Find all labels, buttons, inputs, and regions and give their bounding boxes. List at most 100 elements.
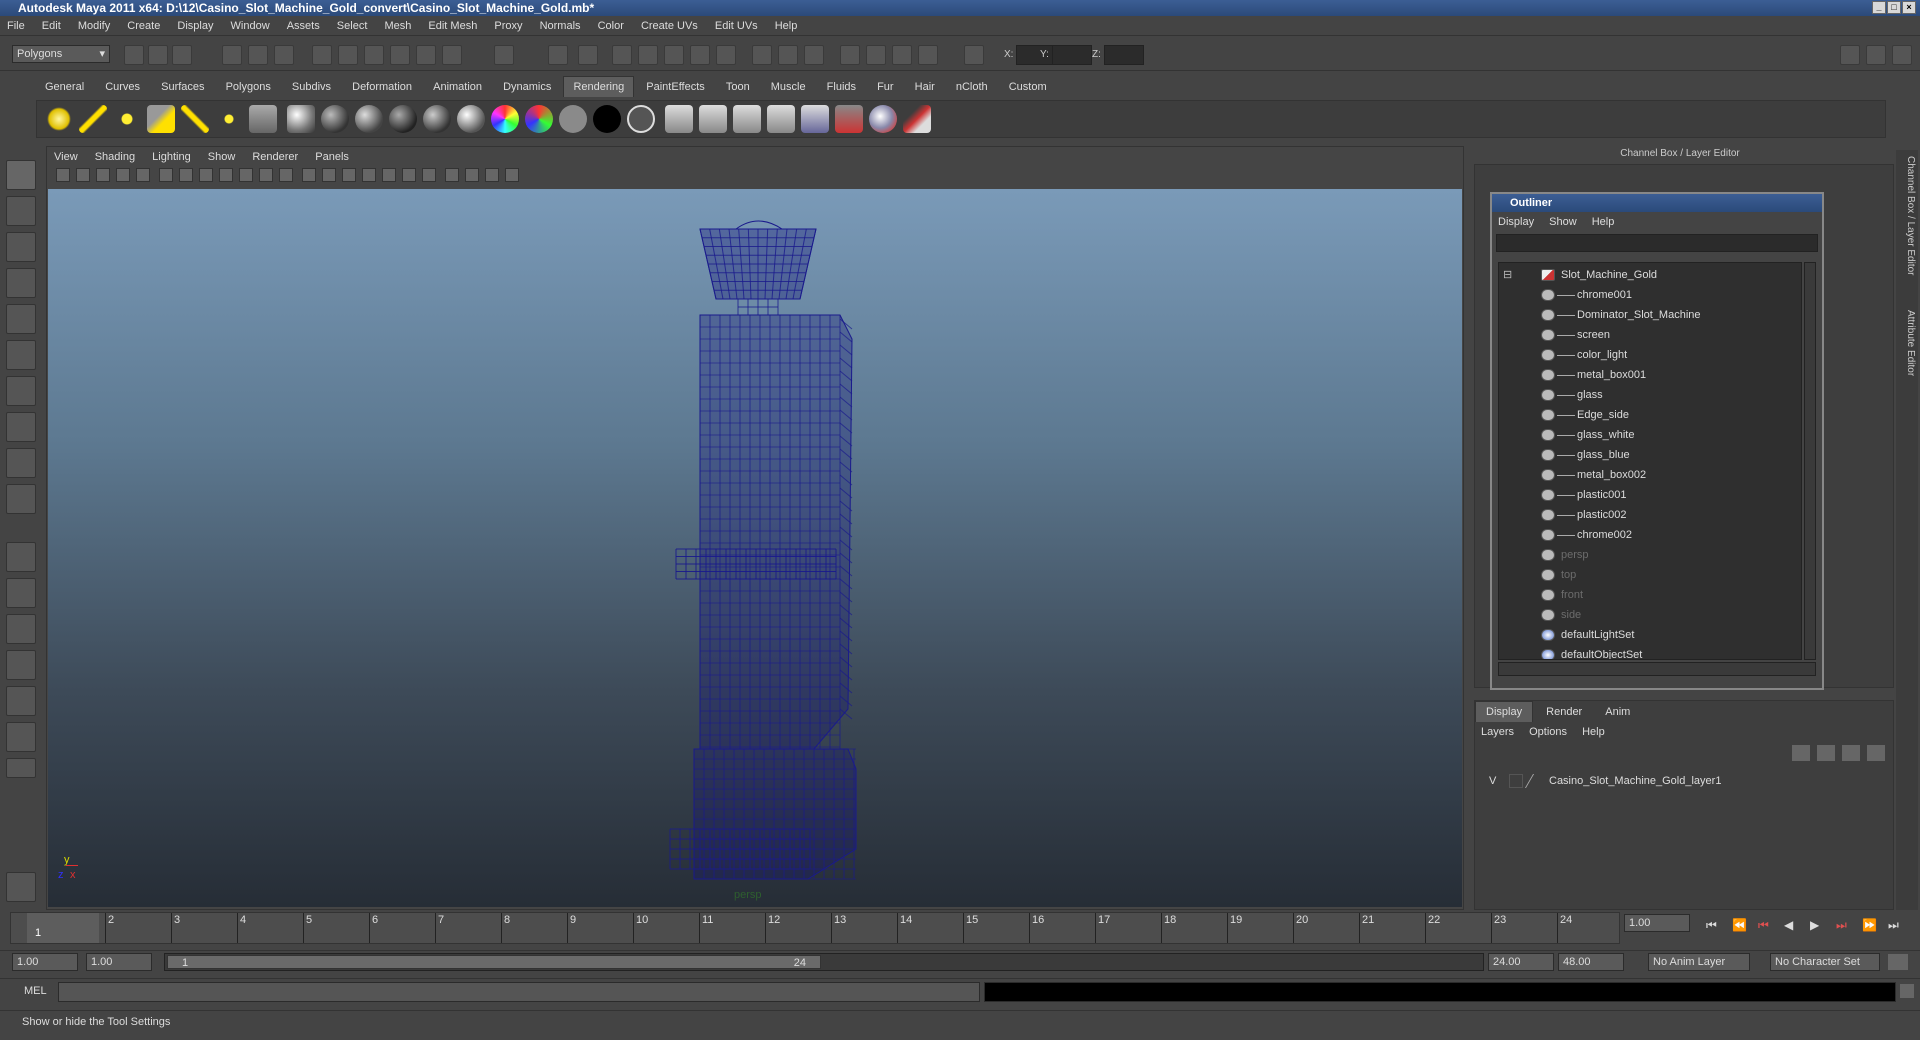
snap-grid-icon[interactable] xyxy=(312,45,332,65)
input-ops-icon[interactable] xyxy=(752,45,772,65)
resolution-gate-icon[interactable] xyxy=(199,168,214,182)
key-icon[interactable] xyxy=(1888,954,1908,970)
backface-culling-icon[interactable] xyxy=(505,168,520,182)
shelf-tab-rendering[interactable]: Rendering xyxy=(563,76,635,97)
menu-window[interactable]: Window xyxy=(224,16,277,36)
outliner-item[interactable]: ⊟ Slot_Machine_Gold xyxy=(1499,265,1799,285)
shelf-tab-subdivs[interactable]: Subdivs xyxy=(283,77,340,97)
move-layer-up-icon[interactable] xyxy=(1791,745,1810,761)
select-tool-icon[interactable] xyxy=(6,160,36,190)
character-set-dropdown[interactable]: No Character Set xyxy=(1770,953,1880,971)
move-layer-down-icon[interactable] xyxy=(1816,745,1835,761)
outliner-item[interactable]: Dominator_Slot_Machine xyxy=(1499,305,1799,325)
layer-color-swatch[interactable] xyxy=(1524,774,1548,788)
outliner-item[interactable]: top xyxy=(1499,565,1799,585)
2d-pan-zoom-icon[interactable] xyxy=(136,168,150,182)
input-field-mode-icon[interactable] xyxy=(964,45,984,65)
vp-menu-shading[interactable]: Shading xyxy=(88,147,142,167)
outliner-item[interactable]: front xyxy=(1499,585,1799,605)
save-scene-icon[interactable] xyxy=(172,45,192,65)
z-field[interactable] xyxy=(1104,45,1144,65)
ramp-shader-icon[interactable] xyxy=(491,105,519,133)
x-field[interactable] xyxy=(1016,45,1056,65)
render-frame-icon[interactable] xyxy=(866,45,886,65)
film-gate-icon[interactable] xyxy=(179,168,194,182)
high-quality-icon[interactable] xyxy=(422,168,437,182)
select-component-icon[interactable] xyxy=(274,45,294,65)
snap-point-icon[interactable] xyxy=(364,45,384,65)
hypershade-icon[interactable] xyxy=(801,105,829,133)
last-tool-icon[interactable] xyxy=(6,484,36,514)
paint-effects-icon[interactable] xyxy=(903,105,931,133)
side-tab-attribute-editor[interactable]: Attribute Editor xyxy=(1898,310,1916,376)
collapse-toggle-icon[interactable]: ⊟ xyxy=(1503,265,1512,285)
shelf-tab-surfaces[interactable]: Surfaces xyxy=(152,77,213,97)
render-current-frame-icon[interactable] xyxy=(699,105,727,133)
bookmarks-icon[interactable] xyxy=(96,168,110,182)
menu-select[interactable]: Select xyxy=(330,16,375,36)
field-chart-icon[interactable] xyxy=(239,168,254,182)
show-attribute-editor-icon[interactable] xyxy=(1840,45,1860,65)
menu-edit[interactable]: Edit xyxy=(35,16,68,36)
use-background-icon[interactable] xyxy=(593,105,621,133)
outliner-item[interactable]: screen xyxy=(1499,325,1799,345)
outliner-item[interactable]: glass xyxy=(1499,385,1799,405)
mel-label[interactable]: MEL xyxy=(24,985,47,997)
volume-light-icon[interactable] xyxy=(215,105,243,133)
rotate-tool-icon[interactable] xyxy=(6,304,36,334)
layer-name[interactable]: Casino_Slot_Machine_Gold_layer1 xyxy=(1549,771,1721,791)
outliner-vscrollbar[interactable] xyxy=(1804,262,1816,660)
close-button[interactable]: × xyxy=(1902,1,1916,14)
menu-create[interactable]: Create xyxy=(120,16,167,36)
isolate-select-icon[interactable] xyxy=(445,168,460,182)
shelf-tab-animation[interactable]: Animation xyxy=(424,77,491,97)
range-slider-handle[interactable]: 1 24 xyxy=(167,955,821,969)
render-view-shelf-icon[interactable] xyxy=(835,105,863,133)
outliner-item[interactable]: defaultLightSet xyxy=(1499,625,1799,645)
anim-layer-dropdown[interactable]: No Anim Layer xyxy=(1648,953,1750,971)
animation-end-field[interactable]: 48.00 xyxy=(1558,953,1624,971)
go-to-end-icon[interactable]: ⏭ xyxy=(1888,918,1899,933)
show-manipulator-icon[interactable] xyxy=(6,448,36,478)
play-forwards-icon[interactable]: ▶ xyxy=(1810,918,1819,932)
selection-mask-icon[interactable] xyxy=(578,45,598,65)
menu-set-dropdown[interactable]: Polygons ▾ xyxy=(12,45,110,63)
gate-mask-icon[interactable] xyxy=(219,168,234,182)
shelf-tab-fluids[interactable]: Fluids xyxy=(818,77,865,97)
history-icon[interactable] xyxy=(442,45,462,65)
outliner-menu-help[interactable]: Help xyxy=(1586,212,1621,232)
magnet-icon[interactable] xyxy=(612,45,632,65)
menu-create-uvs[interactable]: Create UVs xyxy=(634,16,705,36)
menu-modify[interactable]: Modify xyxy=(71,16,117,36)
side-tab-channel-box[interactable]: Channel Box / Layer Editor xyxy=(1898,156,1916,276)
shelf-tab-custom[interactable]: Custom xyxy=(1000,77,1056,97)
y-field[interactable] xyxy=(1052,45,1092,65)
anisotropic-material-icon[interactable] xyxy=(287,105,315,133)
shadows-icon[interactable] xyxy=(402,168,417,182)
go-to-start-icon[interactable]: ⏮ xyxy=(1706,918,1717,933)
create-render-node-icon[interactable] xyxy=(665,105,693,133)
layered-shader-icon[interactable] xyxy=(457,105,485,133)
soft-mod-tool-icon[interactable] xyxy=(6,412,36,442)
shelf-tab-painteffects[interactable]: PaintEffects xyxy=(637,77,714,97)
step-back-key-icon[interactable]: ⏮ xyxy=(1758,918,1769,933)
camera-attributes-icon[interactable] xyxy=(76,168,90,182)
render-globals-icon[interactable] xyxy=(767,105,795,133)
outliner-title-bar[interactable]: Outliner xyxy=(1492,194,1822,212)
make-live-icon[interactable] xyxy=(416,45,436,65)
hypershade-layout-icon[interactable] xyxy=(6,686,36,716)
snap-plane-icon[interactable] xyxy=(390,45,410,65)
blinn-material-icon[interactable] xyxy=(321,105,349,133)
scale-tool-icon[interactable] xyxy=(6,340,36,370)
animation-start-field[interactable]: 1.00 xyxy=(12,953,78,971)
maximize-button[interactable]: □ xyxy=(1887,1,1901,14)
menu-file[interactable]: File xyxy=(0,16,32,36)
step-forward-key-icon[interactable]: ⏭ xyxy=(1836,918,1847,933)
range-slider[interactable]: 1 24 xyxy=(164,953,1484,971)
select-hierarchy-icon[interactable] xyxy=(222,45,242,65)
outliner-item[interactable]: defaultObjectSet xyxy=(1499,645,1799,659)
outliner-item[interactable]: Edge_side xyxy=(1499,405,1799,425)
magnet-live-icon[interactable] xyxy=(716,45,736,65)
area-light-icon[interactable] xyxy=(181,105,209,133)
vp-menu-show[interactable]: Show xyxy=(201,147,243,167)
